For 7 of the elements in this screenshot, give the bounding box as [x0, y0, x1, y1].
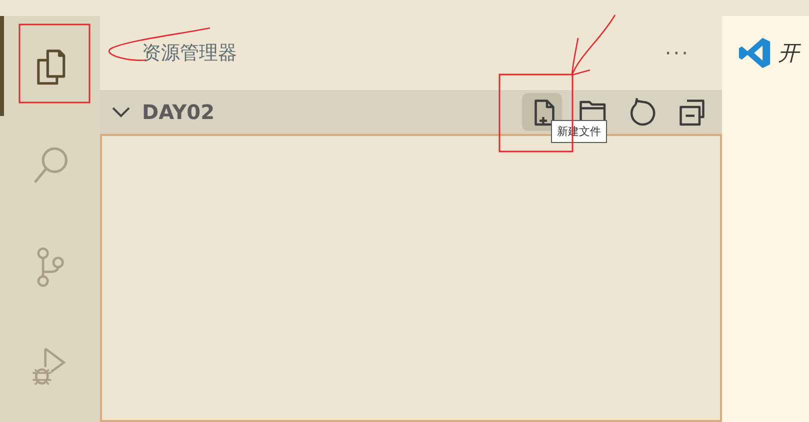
collapse-all-icon [677, 97, 707, 127]
sidebar-title: 资源管理器 [142, 41, 238, 66]
editor-title: 开 [778, 40, 802, 67]
folder-name: DAY02 [142, 100, 216, 124]
more-actions-button[interactable]: ··· [664, 41, 690, 65]
annotation-arrow [571, 14, 616, 76]
app-logo-icon [738, 36, 772, 70]
